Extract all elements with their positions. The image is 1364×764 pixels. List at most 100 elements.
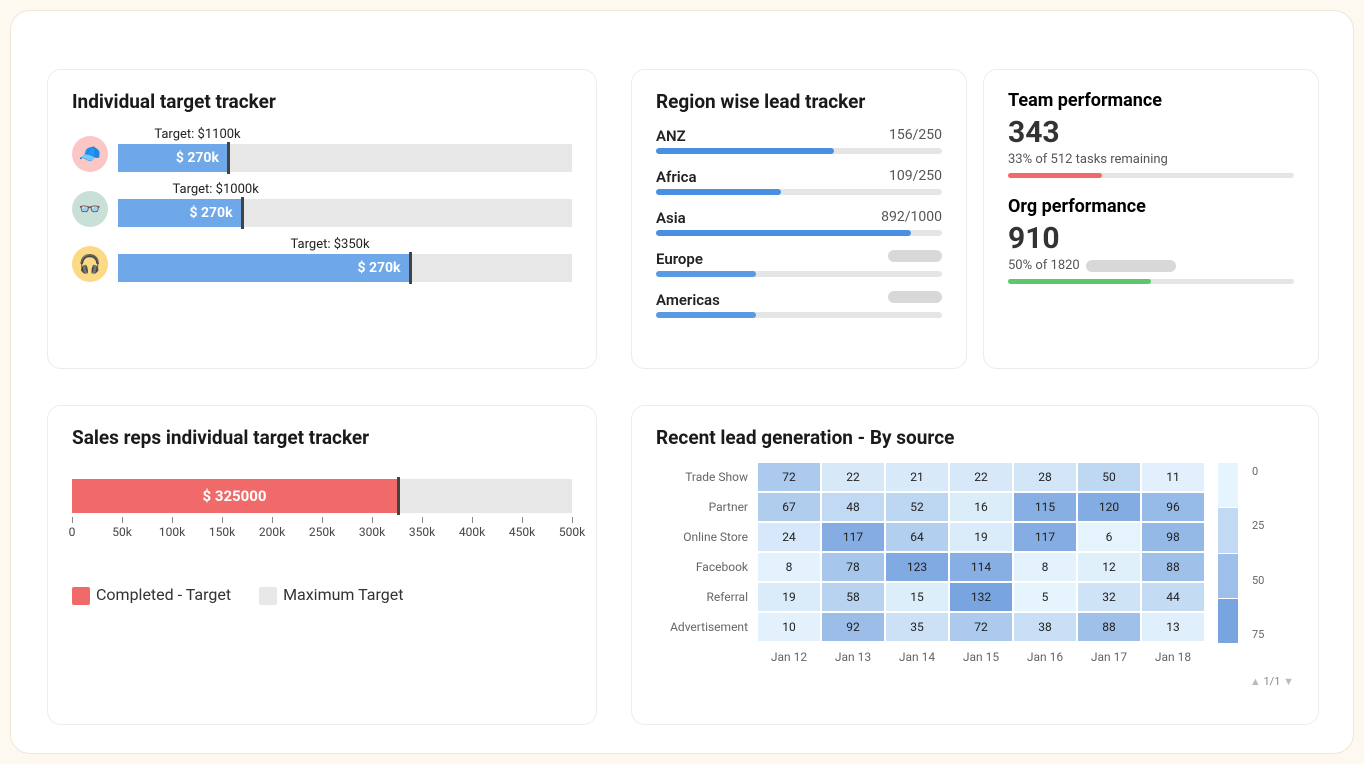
progress-track: $ 270k bbox=[118, 199, 572, 227]
avatar: 👓 bbox=[72, 191, 108, 227]
target-tick bbox=[409, 252, 412, 284]
heatmap-cell[interactable]: 22 bbox=[950, 463, 1012, 491]
axis-tick-label: 350k bbox=[409, 525, 435, 539]
region-tracker-body: ANZ156/250Africa109/250Asia892/1000Europ… bbox=[656, 127, 942, 318]
heatmap-cell[interactable]: 67 bbox=[758, 493, 820, 521]
heatmap-cell[interactable]: 120 bbox=[1078, 493, 1140, 521]
heatmap-cell[interactable]: 96 bbox=[1142, 493, 1204, 521]
sales-legend: Completed - Target Maximum Target bbox=[72, 585, 572, 605]
progress-fill: $ 270k bbox=[118, 144, 227, 172]
heatmap-cell[interactable]: 11 bbox=[1142, 463, 1204, 491]
heatmap-cell[interactable]: 5 bbox=[1014, 583, 1076, 611]
heatmap-cell[interactable]: 117 bbox=[1014, 523, 1076, 551]
heatmap-cell[interactable]: 132 bbox=[950, 583, 1012, 611]
heatmap-row-label: Partner bbox=[656, 493, 756, 521]
heatmap-cell[interactable]: 50 bbox=[1078, 463, 1140, 491]
axis-tick-label: 300k bbox=[359, 525, 385, 539]
heatmap-cell[interactable]: 22 bbox=[822, 463, 884, 491]
page-indicator: 1/1 bbox=[1263, 675, 1280, 688]
heatmap-cell[interactable]: 78 bbox=[822, 553, 884, 581]
heatmap-cell[interactable]: 114 bbox=[950, 553, 1012, 581]
legend-swatch-completed bbox=[72, 587, 90, 605]
heatmap-cell[interactable]: 16 bbox=[950, 493, 1012, 521]
region-name: Americas bbox=[656, 291, 720, 309]
target-tick bbox=[227, 142, 230, 174]
heatmap-cell[interactable]: 6 bbox=[1078, 523, 1140, 551]
heatmap-cell[interactable]: 72 bbox=[758, 463, 820, 491]
target-row: 🧢Target: $1100k$ 270k bbox=[72, 127, 572, 172]
legend-label-completed: Completed - Target bbox=[96, 585, 231, 604]
heatmap-cell[interactable]: 48 bbox=[822, 493, 884, 521]
heatmap-pager[interactable]: ▲ 1/1 ▼ bbox=[656, 675, 1294, 688]
heatmap-grid: Trade Show72222122285011Partner674852161… bbox=[656, 463, 1204, 671]
region-count: 892/1000 bbox=[881, 209, 942, 227]
card-title: Individual target tracker bbox=[72, 90, 572, 113]
heatmap-cell[interactable]: 12 bbox=[1078, 553, 1140, 581]
axis-tick-label: 400k bbox=[459, 525, 485, 539]
heatmap-cell[interactable]: 123 bbox=[886, 553, 948, 581]
region-row: Africa109/250 bbox=[656, 168, 942, 195]
heatmap-scale-label: 25 bbox=[1252, 519, 1264, 532]
org-perf-subtitle-text: 50% of 1820 bbox=[1008, 258, 1080, 273]
region-fill bbox=[656, 148, 834, 154]
heatmap-cell[interactable]: 15 bbox=[886, 583, 948, 611]
next-page-icon[interactable]: ▼ bbox=[1283, 675, 1294, 688]
heatmap-cell[interactable]: 35 bbox=[886, 613, 948, 641]
heatmap-scale-label: 75 bbox=[1252, 628, 1264, 641]
region-name: Africa bbox=[656, 168, 697, 186]
heatmap-cell[interactable]: 8 bbox=[758, 553, 820, 581]
heatmap-cell[interactable]: 115 bbox=[1014, 493, 1076, 521]
heatmap-cell[interactable]: 24 bbox=[758, 523, 820, 551]
heatmap-cell[interactable]: 92 bbox=[822, 613, 884, 641]
target-tick bbox=[241, 197, 244, 229]
heatmap-row-label: Advertisement bbox=[656, 613, 756, 641]
heatmap-col-label: Jan 16 bbox=[1014, 643, 1076, 671]
org-perf-title: Org performance bbox=[1008, 196, 1294, 217]
prev-page-icon[interactable]: ▲ bbox=[1250, 675, 1261, 688]
target-label: Target: $350k bbox=[118, 237, 572, 252]
heatmap-cell[interactable]: 98 bbox=[1142, 523, 1204, 551]
progress-fill: $ 270k bbox=[118, 199, 241, 227]
sales-value-label: $ 325000 bbox=[203, 487, 267, 505]
team-perf-bar bbox=[1008, 173, 1294, 178]
heatmap-cell[interactable]: 21 bbox=[886, 463, 948, 491]
heatmap-cell[interactable]: 10 bbox=[758, 613, 820, 641]
heatmap-cell[interactable]: 19 bbox=[950, 523, 1012, 551]
heatmap-row-label: Trade Show bbox=[656, 463, 756, 491]
region-name: ANZ bbox=[656, 127, 686, 145]
heatmap-cell[interactable]: 58 bbox=[822, 583, 884, 611]
heatmap-cell[interactable]: 117 bbox=[822, 523, 884, 551]
heatmap-legend-bar bbox=[1218, 463, 1238, 643]
heatmap-cell[interactable]: 13 bbox=[1142, 613, 1204, 641]
heatmap-cell[interactable]: 72 bbox=[950, 613, 1012, 641]
legend-max: Maximum Target bbox=[259, 585, 403, 605]
axis-tick-label: 250k bbox=[309, 525, 335, 539]
card-performance: Team performance 343 33% of 512 tasks re… bbox=[983, 69, 1319, 369]
card-title: Region wise lead tracker bbox=[656, 90, 942, 113]
heatmap-cell[interactable]: 28 bbox=[1014, 463, 1076, 491]
heatmap-cell[interactable]: 64 bbox=[886, 523, 948, 551]
heatmap-col-label: Jan 13 bbox=[822, 643, 884, 671]
org-performance: Org performance 910 50% of 1820 bbox=[1008, 196, 1294, 284]
heatmap-cell[interactable]: 44 bbox=[1142, 583, 1204, 611]
region-count bbox=[888, 250, 942, 268]
axis-tick-label: 0 bbox=[69, 525, 76, 539]
heatmap-cell[interactable]: 88 bbox=[1078, 613, 1140, 641]
region-row: ANZ156/250 bbox=[656, 127, 942, 154]
progress-track: $ 270k bbox=[118, 254, 572, 282]
legend-swatch-max bbox=[259, 587, 277, 605]
sales-track: $ 325000 bbox=[72, 479, 572, 513]
heatmap-wrap: Trade Show72222122285011Partner674852161… bbox=[656, 463, 1294, 671]
axis-tick-label: 150k bbox=[209, 525, 235, 539]
heatmap-cell[interactable]: 52 bbox=[886, 493, 948, 521]
heatmap-cell[interactable]: 8 bbox=[1014, 553, 1076, 581]
team-perf-subtitle: 33% of 512 tasks remaining bbox=[1008, 152, 1294, 167]
heatmap-cell[interactable]: 38 bbox=[1014, 613, 1076, 641]
heatmap-cell[interactable]: 88 bbox=[1142, 553, 1204, 581]
heatmap-col-label: Jan 15 bbox=[950, 643, 1012, 671]
heatmap-cell[interactable]: 19 bbox=[758, 583, 820, 611]
axis-tick-label: 50k bbox=[112, 525, 132, 539]
target-label: Target: $1000k bbox=[118, 182, 572, 197]
heatmap-cell[interactable]: 32 bbox=[1078, 583, 1140, 611]
heatmap-row-label: Facebook bbox=[656, 553, 756, 581]
